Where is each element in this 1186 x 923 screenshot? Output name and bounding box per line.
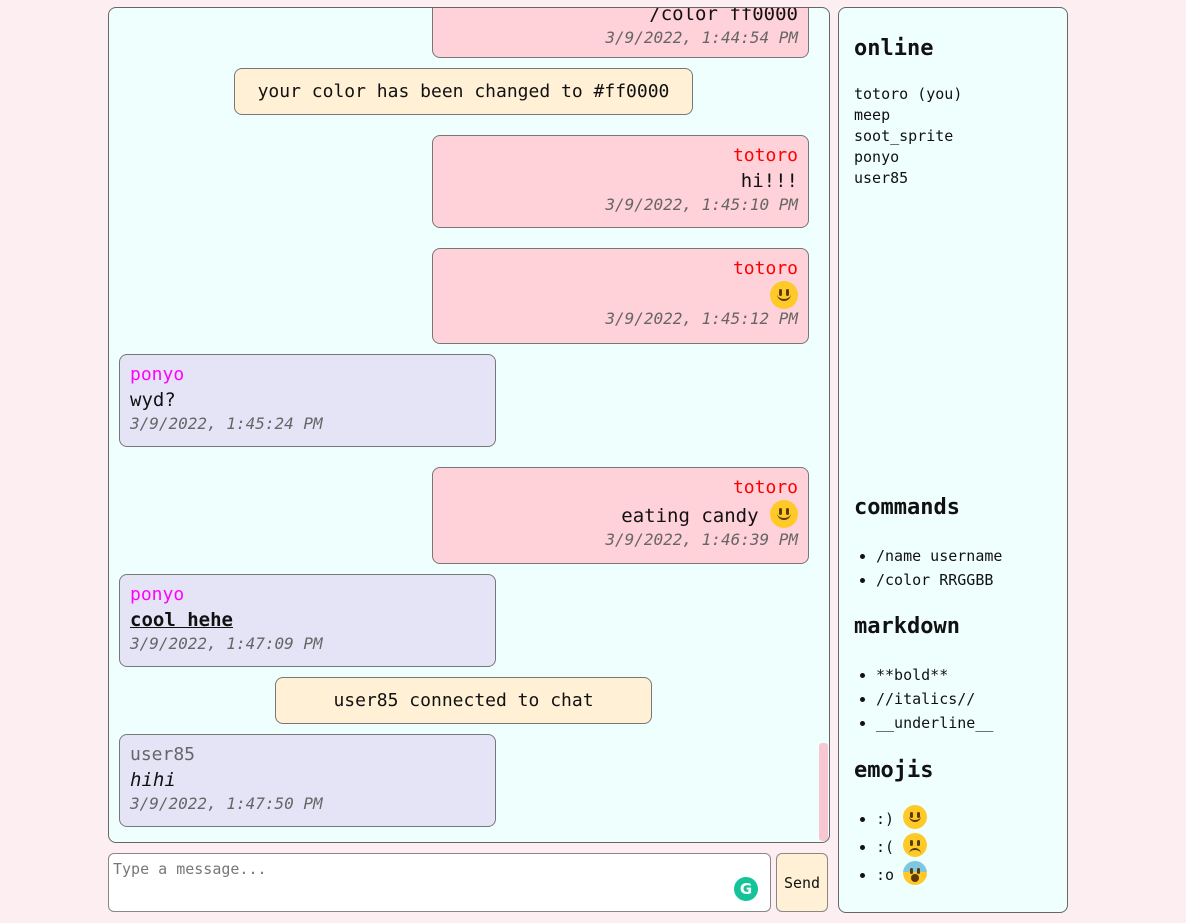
chat-message: totoro hi!!! 3/9/2022, 1:45:10 PM <box>432 135 809 228</box>
chat-message: /color ff0000 3/9/2022, 1:44:54 PM <box>432 7 809 58</box>
emoji-code: :( <box>876 838 895 856</box>
smiley-face-icon <box>770 281 798 309</box>
message-body <box>443 281 798 309</box>
message-timestamp: 3/9/2022, 1:47:50 PM <box>130 794 323 813</box>
chat-scrollbar-thumb[interactable] <box>819 743 828 841</box>
message-username: totoro <box>732 258 798 279</box>
online-user: ponyo <box>854 148 900 166</box>
emojis-heading: emojis <box>854 758 934 783</box>
message-body: hihi <box>130 769 176 791</box>
message-username: totoro <box>732 145 798 166</box>
message-body: hi!!! <box>740 170 798 192</box>
emoji-item: :o <box>876 861 928 889</box>
system-message: your color has been changed to #ff0000 <box>234 68 693 115</box>
online-user: totoro (you) <box>854 85 963 103</box>
message-timestamp: 3/9/2022, 1:44:54 PM <box>605 28 798 47</box>
emoji-item: :( <box>876 833 928 861</box>
message-username: totoro <box>732 477 798 498</box>
sidebar: online totoro (you) meep soot_sprite pon… <box>838 7 1068 913</box>
commands-heading: commands <box>854 495 960 520</box>
message-timestamp: 3/9/2022, 1:45:12 PM <box>605 309 798 328</box>
online-user-list: totoro (you) meep soot_sprite ponyo user… <box>854 84 962 189</box>
emoji-code: :o <box>876 866 895 884</box>
emoji-code: :) <box>876 810 895 828</box>
message-timestamp: 3/9/2022, 1:46:39 PM <box>605 530 798 549</box>
chat-message: user85 hihi 3/9/2022, 1:47:50 PM <box>119 734 496 827</box>
frowning-face-icon <box>903 833 928 857</box>
message-body: /color ff0000 <box>649 7 798 25</box>
message-timestamp: 3/9/2022, 1:45:24 PM <box>130 414 323 433</box>
system-message-text: your color has been changed to #ff0000 <box>257 81 670 102</box>
markdown-item: **bold** <box>876 663 993 687</box>
message-body: wyd? <box>130 389 176 411</box>
message-username: ponyo <box>130 364 185 385</box>
online-heading: online <box>854 36 934 61</box>
chat-message: totoro eating candy 3/9/2022, 1:46:39 PM <box>432 467 809 564</box>
command-item: /name username <box>876 544 1002 568</box>
chat-log[interactable]: /color ff0000 3/9/2022, 1:44:54 PM your … <box>108 7 830 843</box>
message-username: ponyo <box>130 584 185 605</box>
emoji-item: :) <box>876 805 928 833</box>
markdown-heading: markdown <box>854 614 960 639</box>
chat-message: totoro 3/9/2022, 1:45:12 PM <box>432 248 809 344</box>
smiley-face-icon <box>770 500 798 528</box>
online-user: meep <box>854 106 891 124</box>
grammarly-icon[interactable]: G <box>734 877 758 901</box>
commands-list: /name username /color RRGGBB <box>854 544 1002 592</box>
system-message-text: user85 connected to chat <box>333 690 594 711</box>
message-body: cool hehe <box>130 609 233 631</box>
message-text: eating candy <box>621 505 759 527</box>
message-timestamp: 3/9/2022, 1:47:09 PM <box>130 634 323 653</box>
send-button[interactable]: Send <box>776 853 828 912</box>
message-username: user85 <box>130 744 196 765</box>
system-message: user85 connected to chat <box>275 677 652 724</box>
chat-message: ponyo wyd? 3/9/2022, 1:45:24 PM <box>119 354 496 447</box>
online-user: soot_sprite <box>854 127 954 145</box>
emoji-list: :) :( :o <box>854 805 928 889</box>
online-user: user85 <box>854 169 909 187</box>
shocked-face-icon <box>903 861 928 885</box>
message-timestamp: 3/9/2022, 1:45:10 PM <box>605 195 798 214</box>
markdown-item: __underline__ <box>876 711 993 735</box>
markdown-item: //italics// <box>876 687 993 711</box>
message-input[interactable] <box>108 853 771 912</box>
command-item: /color RRGGBB <box>876 568 1002 592</box>
smiley-face-icon <box>903 805 928 829</box>
chat-message: ponyo cool hehe 3/9/2022, 1:47:09 PM <box>119 574 496 667</box>
markdown-list: **bold** //italics// __underline__ <box>854 663 993 735</box>
message-body: eating candy <box>443 500 798 529</box>
